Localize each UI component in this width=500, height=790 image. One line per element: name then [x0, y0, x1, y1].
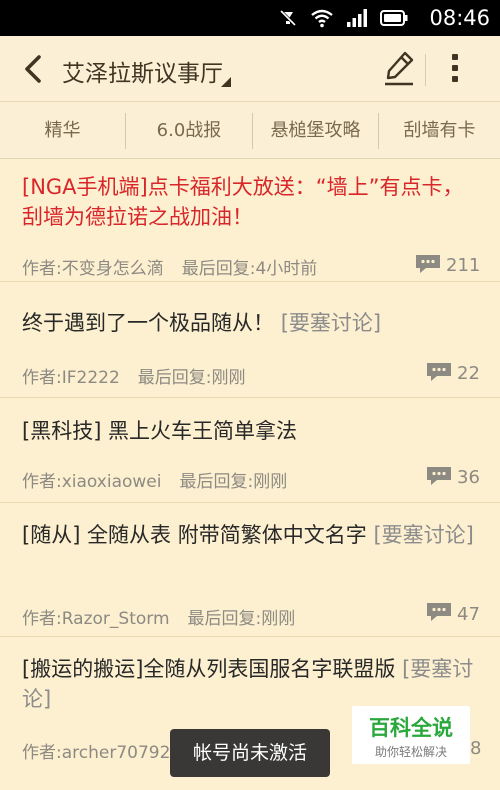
thread-tag: [要塞讨论]: [373, 523, 474, 547]
reply-count-icon: [416, 255, 440, 273]
thread-title: [黑科技] 黑上火车王简单拿法: [22, 416, 482, 446]
thread-last-reply: 最后回复:刚刚: [179, 472, 288, 492]
thread-title-text: [搬运的搬运]全随从列表国服名字联盟版: [22, 657, 396, 681]
watermark-subtitle: 助你轻松解决: [374, 745, 447, 759]
wifi-icon: [311, 9, 333, 28]
thread-author: 作者:Razor_Storm: [22, 609, 170, 629]
back-arrow-icon[interactable]: [20, 54, 50, 84]
thread-last-reply: 最后回复:4小时前: [181, 259, 318, 279]
thread-title-text: [随从] 全随从表 附带简繁体中文名字: [22, 523, 367, 547]
thread-last-reply: 最后回复:刚刚: [137, 368, 246, 388]
watermark-logo: 百科全说 助你轻松解决: [352, 706, 470, 764]
page-title[interactable]: 艾泽拉斯议事厅: [62, 54, 223, 88]
thread-item[interactable]: [随从] 全随从表 附带简繁体中文名字 [要塞讨论] 作者:Razor_Stor…: [0, 504, 500, 637]
thread-meta: 作者:xiaoxiaowei 最后回复:刚刚: [22, 467, 287, 492]
thread-title: [NGA手机端]点卡福利大放送：“墙上”有点卡，刮墙为德拉诺之战加油！: [22, 172, 482, 232]
thread-title-text: [NGA手机端]点卡福利大放送：“墙上”有点卡，刮墙为德拉诺之战加油！: [22, 175, 464, 229]
thread-title: 终于遇到了一个极品随从！ [要塞讨论]: [22, 308, 482, 338]
thread-meta: 作者:archer70792: [22, 738, 188, 763]
thread-meta: 作者:不变身怎么滴 最后回复:4小时前: [22, 254, 317, 279]
toast-message: 帐号尚未激活: [170, 729, 330, 777]
signal-icon: [347, 9, 367, 27]
tab-6-0-report[interactable]: 6.0战报: [126, 103, 252, 159]
thread-author: 作者:不变身怎么滴: [22, 259, 164, 279]
reply-count-icon: [427, 603, 451, 621]
tab-scratch-card[interactable]: 刮墙有卡: [379, 103, 500, 159]
silent-mode-icon: [279, 9, 297, 27]
thread-item[interactable]: [NGA手机端]点卡福利大放送：“墙上”有点卡，刮墙为德拉诺之战加油！ 作者:不…: [0, 160, 500, 282]
more-menu-icon[interactable]: [447, 54, 463, 84]
thread-tag: [要塞讨论]: [280, 311, 382, 335]
thread-title: [搬运的搬运]全随从列表国服名字联盟版 [要塞讨论]: [22, 654, 482, 714]
thread-item[interactable]: [黑科技] 黑上火车王简单拿法 作者:xiaoxiaowei 最后回复:刚刚 36: [0, 399, 500, 503]
reply-count-icon: [427, 467, 451, 485]
thread-item[interactable]: 终于遇到了一个极品随从！ [要塞讨论] 作者:IF2222 最后回复:刚刚 22: [0, 283, 500, 398]
thread-title-text: [黑科技] 黑上火车王简单拿法: [22, 419, 298, 443]
watermark-title: 百科全说: [369, 716, 453, 740]
thread-author: 作者:archer70792: [22, 743, 171, 763]
app-bar: 艾泽拉斯议事厅: [0, 36, 500, 102]
tab-essence[interactable]: 精华: [0, 103, 125, 159]
status-bar: 08:46: [0, 0, 500, 36]
thread-title: [随从] 全随从表 附带简繁体中文名字 [要塞讨论]: [22, 520, 482, 550]
compose-pencil-icon[interactable]: [383, 50, 415, 88]
thread-meta: 作者:Razor_Storm 最后回复:刚刚: [22, 604, 295, 629]
thread-title-text: 终于遇到了一个极品随从！: [22, 311, 274, 335]
divider: [425, 54, 426, 86]
reply-count: 211: [446, 255, 481, 276]
battery-icon: [380, 10, 408, 26]
clock: 08:46: [429, 6, 490, 30]
reply-count-icon: [427, 363, 451, 381]
tab-highmaul-guide[interactable]: 悬槌堡攻略: [253, 103, 378, 159]
thread-author: 作者:IF2222: [22, 368, 120, 388]
category-tabs: 精华 6.0战报 悬槌堡攻略 刮墙有卡: [0, 103, 500, 159]
thread-meta: 作者:IF2222 最后回复:刚刚: [22, 363, 246, 388]
dropdown-caret-icon[interactable]: [221, 77, 231, 87]
thread-author: 作者:xiaoxiaowei: [22, 472, 162, 492]
reply-count: 8: [470, 738, 482, 759]
reply-count: 47: [457, 604, 480, 625]
reply-count: 36: [457, 467, 480, 488]
thread-last-reply: 最后回复:刚刚: [187, 609, 296, 629]
reply-count: 22: [457, 363, 480, 384]
